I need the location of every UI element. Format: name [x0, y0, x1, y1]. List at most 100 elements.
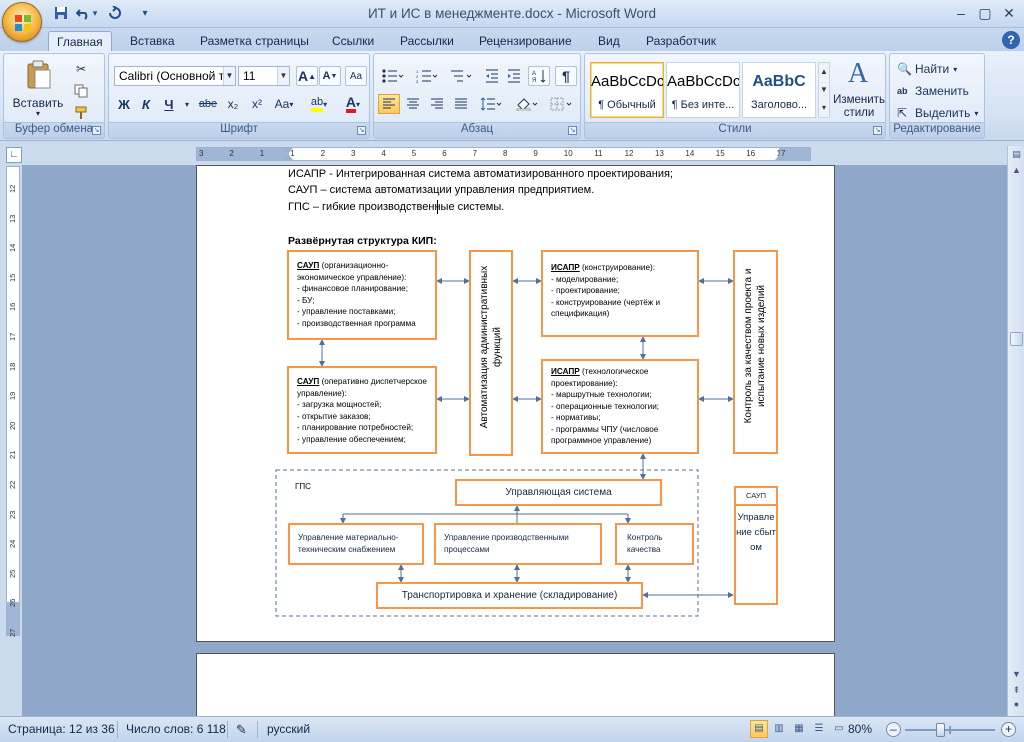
- find-button[interactable]: 🔍 Найти ▾: [896, 59, 980, 79]
- select-browse-object-icon[interactable]: ●: [1010, 698, 1023, 711]
- paste-button[interactable]: Вставить ▾: [12, 58, 64, 118]
- scroll-down-icon[interactable]: ▼: [1010, 668, 1023, 681]
- highlight-dropdown-icon: ▾: [323, 99, 328, 109]
- underline-dropdown-icon[interactable]: ▾: [181, 94, 193, 114]
- style-no-spacing[interactable]: AaBbCcDc ¶ Без инте...: [666, 62, 740, 118]
- next-page[interactable]: [196, 653, 835, 716]
- ruler-toggle-icon[interactable]: ▤: [1010, 148, 1023, 161]
- bullets-icon[interactable]: [378, 66, 408, 86]
- grow-font-button[interactable]: A ▲: [296, 66, 318, 86]
- tab-mailings[interactable]: Рассылки: [392, 31, 462, 52]
- horizontal-ruler[interactable]: 3 2 1 1 2 3 4 5 6 7 8 9 10 11 12 13 14 15 16 17: [196, 147, 811, 161]
- ruler-number: 2: [229, 149, 234, 158]
- scroll-up-icon[interactable]: ▲: [1010, 164, 1023, 177]
- isapr-design-item: - проектирование;: [551, 286, 620, 295]
- web-layout-icon[interactable]: ▦: [790, 720, 808, 738]
- saup-sales-title: САУП: [736, 488, 776, 506]
- minimize-button[interactable]: –: [948, 2, 974, 24]
- tab-selector-button[interactable]: ∟: [6, 147, 22, 163]
- zoom-slider-thumb[interactable]: [936, 723, 945, 737]
- font-dialog-launcher[interactable]: ↘: [357, 126, 366, 135]
- align-center-icon[interactable]: [402, 94, 424, 114]
- hanging-indent-marker[interactable]: [283, 154, 293, 160]
- subscript-button[interactable]: x₂: [222, 94, 244, 114]
- font-name-combo[interactable]: Calibri (Основной те ▼: [114, 66, 236, 86]
- styles-scroll-up-icon[interactable]: ▲: [819, 63, 829, 81]
- highlight-button[interactable]: ab ▾: [305, 94, 333, 114]
- draft-view-icon[interactable]: ▭: [830, 720, 848, 738]
- tab-page-layout[interactable]: Разметка страницы: [192, 31, 317, 52]
- zoom-level[interactable]: 80%: [848, 722, 872, 736]
- styles-more-icon[interactable]: ▾: [819, 99, 829, 117]
- format-painter-icon[interactable]: [70, 103, 92, 123]
- shrink-font-button[interactable]: A ▼: [319, 66, 341, 86]
- style-normal[interactable]: AaBbCcDc ¶ Обычный: [590, 62, 664, 118]
- proofing-icon[interactable]: ✎: [236, 722, 247, 738]
- font-size-dropdown-icon[interactable]: ▼: [277, 67, 289, 85]
- vertical-scrollbar[interactable]: ▤ ▲ ▼ ⇞ ●: [1007, 146, 1024, 716]
- close-button[interactable]: ✕: [996, 2, 1022, 24]
- help-button[interactable]: ?: [1002, 31, 1020, 49]
- clear-formatting-button[interactable]: Aa: [345, 66, 367, 86]
- zoom-out-button[interactable]: –: [886, 722, 901, 737]
- zoom-in-button[interactable]: +: [1001, 722, 1016, 737]
- scroll-thumb[interactable]: [1010, 332, 1023, 346]
- office-button[interactable]: [2, 2, 42, 42]
- tab-references[interactable]: Ссылки: [324, 31, 382, 52]
- bold-button[interactable]: Ж: [114, 94, 134, 114]
- paragraph-dialog-launcher[interactable]: ↘: [568, 126, 577, 135]
- show-formatting-marks-icon[interactable]: ¶: [555, 66, 577, 86]
- copy-icon[interactable]: [70, 81, 92, 101]
- superscript-button[interactable]: x²: [246, 94, 268, 114]
- ruler-number: 18: [8, 362, 17, 371]
- underline-button[interactable]: Ч: [159, 94, 179, 114]
- right-indent-marker[interactable]: [775, 154, 785, 160]
- editing-group-label: Редактирование: [890, 122, 984, 138]
- change-case-button[interactable]: Aa ▾: [271, 94, 297, 114]
- align-left-icon[interactable]: [378, 94, 400, 114]
- borders-icon[interactable]: [546, 94, 576, 114]
- sort-icon[interactable]: AЯ: [528, 66, 550, 86]
- tab-review[interactable]: Рецензирование: [471, 31, 580, 52]
- style-heading[interactable]: AaBbC Заголово...: [742, 62, 816, 118]
- select-dropdown-icon: ▾: [974, 108, 979, 118]
- document-page[interactable]: ИСАПР - Интегрированная система автомати…: [196, 165, 835, 642]
- cut-icon[interactable]: ✂: [70, 59, 92, 79]
- line-spacing-icon[interactable]: [476, 94, 506, 114]
- font-size-combo[interactable]: 11 ▼: [238, 66, 290, 86]
- clipboard-dialog-launcher[interactable]: ↘: [92, 126, 101, 135]
- multilevel-list-icon[interactable]: [446, 66, 476, 86]
- replace-button[interactable]: ab Заменить: [896, 81, 980, 101]
- tab-developer[interactable]: Разработчик: [638, 31, 724, 52]
- language-indicator[interactable]: русский: [267, 722, 310, 736]
- outline-view-icon[interactable]: ☰: [810, 720, 828, 738]
- previous-page-icon[interactable]: ⇞: [1010, 684, 1023, 697]
- styles-scroll-down-icon[interactable]: ▼: [819, 81, 829, 99]
- page-indicator[interactable]: Страница: 12 из 36: [8, 722, 115, 736]
- font-color-button[interactable]: A ▾: [339, 94, 367, 114]
- styles-gallery-scroll[interactable]: ▲ ▼ ▾: [818, 62, 830, 118]
- justify-icon[interactable]: [450, 94, 472, 114]
- numbering-icon[interactable]: 123: [412, 66, 442, 86]
- align-right-icon[interactable]: [426, 94, 448, 114]
- change-styles-button[interactable]: A Изменить стили: [833, 58, 885, 120]
- tab-home[interactable]: Главная: [48, 31, 112, 52]
- tab-insert[interactable]: Вставка: [122, 31, 183, 52]
- strikethrough-button[interactable]: abe: [195, 94, 221, 114]
- full-screen-reading-icon[interactable]: ▥: [770, 720, 788, 738]
- isapr-design-title-line: ИСАПР (конструирование):: [551, 262, 689, 274]
- paragraph-group: 123 AЯ ¶ Абзац ↘: [373, 53, 581, 139]
- styles-dialog-launcher[interactable]: ↘: [873, 126, 882, 135]
- tab-view[interactable]: Вид: [590, 31, 628, 52]
- decrease-indent-icon[interactable]: [482, 66, 502, 86]
- select-button[interactable]: ⇱ Выделить ▾: [896, 103, 980, 123]
- italic-button[interactable]: К: [136, 94, 156, 114]
- vertical-ruler[interactable]: 12 13 14 15 16 17 18 19 20 21 22 23 24 25 26 27: [6, 166, 20, 637]
- word-count[interactable]: Число слов: 6 118: [126, 722, 226, 736]
- maximize-button[interactable]: ▢: [972, 2, 998, 24]
- saup-operational-item: - загрузка мощностей;: [297, 400, 382, 409]
- shading-icon[interactable]: [512, 94, 542, 114]
- font-name-dropdown-icon[interactable]: ▼: [223, 67, 235, 85]
- increase-indent-icon[interactable]: [504, 66, 524, 86]
- print-layout-view-icon[interactable]: ▤: [750, 720, 768, 738]
